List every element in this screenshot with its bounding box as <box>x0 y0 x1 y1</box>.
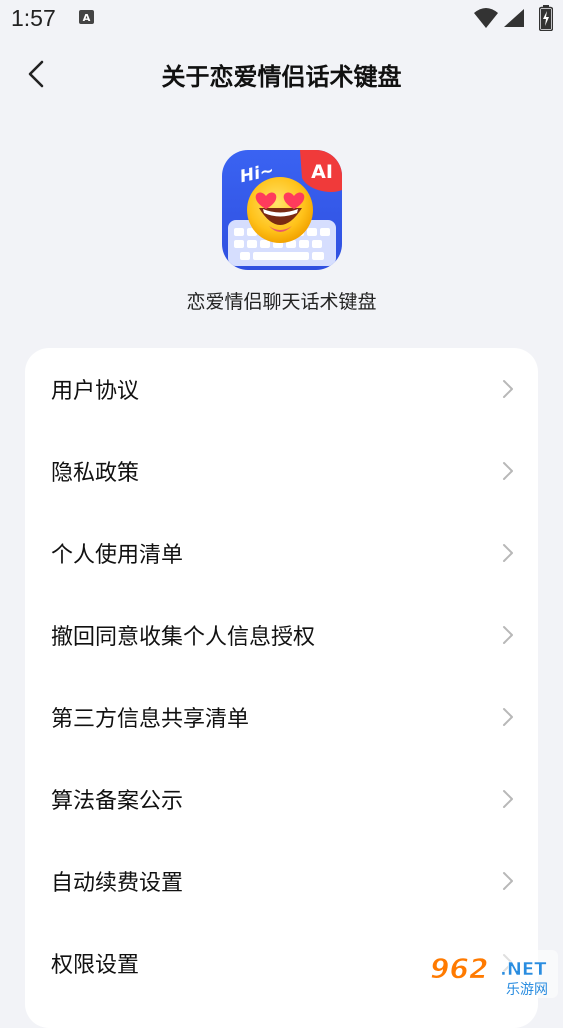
status-bar: 1:57 A <box>0 0 563 38</box>
app-icon: AI Hi~ <box>222 150 342 270</box>
chevron-right-icon <box>503 462 513 480</box>
chevron-right-icon <box>503 626 513 644</box>
chevron-right-icon <box>503 380 513 398</box>
menu-item-label: 隐私政策 <box>51 461 140 486</box>
chevron-right-icon <box>503 544 513 562</box>
menu-item-label: 个人使用清单 <box>51 543 184 568</box>
app-name: 恋爱情侣聊天话术键盘 <box>186 291 377 313</box>
menu-item-auto-renewal[interactable]: 自动续费设置 <box>25 840 538 922</box>
watermark-number: 962 <box>430 952 488 985</box>
menu-item-label: 第三方信息共享清单 <box>51 707 250 732</box>
menu-item-label: 自动续费设置 <box>51 871 184 896</box>
settings-menu-card: 用户协议 隐私政策 个人使用清单 撤回同意收集个人信息授权 第三方信息共享清单 … <box>25 348 538 1028</box>
menu-item-personal-usage-list[interactable]: 个人使用清单 <box>25 512 538 594</box>
menu-item-label: 权限设置 <box>51 953 140 978</box>
status-time: 1:57 <box>11 5 56 31</box>
menu-item-label: 算法备案公示 <box>51 789 184 814</box>
site-watermark-logo: 962 .NET 乐游网 <box>424 950 558 998</box>
watermark-suffix: .NET <box>500 959 547 980</box>
menu-item-privacy-policy[interactable]: 隐私政策 <box>25 430 538 512</box>
menu-item-algorithm-filing[interactable]: 算法备案公示 <box>25 758 538 840</box>
a-notification-icon: A <box>79 10 94 24</box>
chevron-right-icon <box>503 708 513 726</box>
ai-badge-text: AI <box>311 161 333 183</box>
wifi-icon <box>474 8 498 28</box>
menu-item-user-agreement[interactable]: 用户协议 <box>25 348 538 430</box>
chevron-right-icon <box>503 872 513 890</box>
watermark-site-name: 乐游网 <box>506 982 548 998</box>
chevron-right-icon <box>503 790 513 808</box>
menu-item-label: 用户协议 <box>51 379 140 404</box>
svg-text:A: A <box>83 13 91 24</box>
page-title: 关于恋爱情侣话术键盘 <box>161 63 402 91</box>
menu-item-third-party-sharing[interactable]: 第三方信息共享清单 <box>25 676 538 758</box>
cellular-signal-icon <box>504 9 524 27</box>
menu-item-withdraw-consent[interactable]: 撤回同意收集个人信息授权 <box>25 594 538 676</box>
header: 关于恋爱情侣话术键盘 <box>0 38 563 110</box>
battery-charging-icon <box>539 5 553 31</box>
menu-item-label: 撤回同意收集个人信息授权 <box>51 625 316 650</box>
